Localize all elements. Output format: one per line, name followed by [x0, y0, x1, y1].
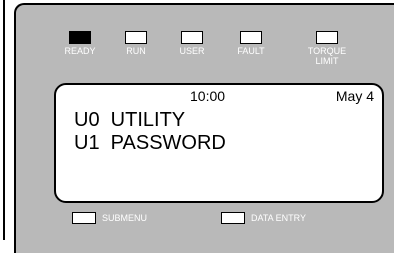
indicator-user: USER	[162, 31, 222, 56]
ready-led-icon	[69, 31, 91, 44]
indicator-run: RUN	[106, 31, 166, 56]
menu-item-utility[interactable]: U0 UTILITY	[74, 109, 185, 131]
indicator-label-run: RUN	[126, 46, 146, 56]
data-entry-label: DATA ENTRY	[251, 213, 307, 223]
indicator-ready: READY	[50, 31, 110, 56]
indicator-fault: FAULT	[221, 31, 281, 56]
submenu-softkey[interactable]: SUBMENU	[72, 212, 147, 224]
user-led-icon	[181, 31, 203, 44]
data-entry-softkey[interactable]: DATA ENTRY	[221, 212, 306, 224]
lcd-display: 10:00 May 4 U0 UTILITY U1 PASSWORD	[54, 83, 384, 203]
indicator-label-fault: FAULT	[237, 46, 265, 56]
indicator-label-ready: READY	[64, 46, 96, 56]
display-date: May 4	[335, 88, 374, 104]
keypad-panel: READY RUN USER FAULT TORQUE LIMIT 10:00 …	[14, 3, 394, 253]
fault-led-icon	[240, 31, 262, 44]
left-border-line	[3, 0, 5, 240]
display-time: 10:00	[190, 88, 226, 104]
torque-limit-led-icon	[316, 31, 338, 44]
menu-item-password[interactable]: U1 PASSWORD	[74, 132, 226, 154]
indicator-label-user: USER	[179, 46, 205, 56]
run-led-icon	[125, 31, 147, 44]
submenu-button[interactable]	[72, 212, 96, 224]
indicator-torque-limit: TORQUE LIMIT	[297, 31, 357, 66]
indicator-label-torque-limit: TORQUE LIMIT	[307, 46, 347, 66]
submenu-label: SUBMENU	[102, 213, 148, 223]
data-entry-button[interactable]	[221, 212, 245, 224]
